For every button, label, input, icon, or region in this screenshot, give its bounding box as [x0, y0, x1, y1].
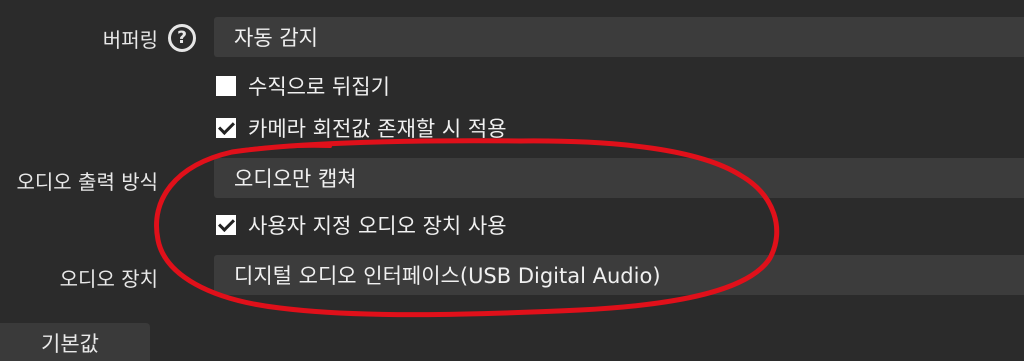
flip-vertical-checkbox[interactable]: 수직으로 뒤집기 [216, 74, 390, 99]
custom-audio-device-checkbox[interactable]: 사용자 지정 오디오 장치 사용 [216, 213, 507, 238]
audio-device-label: 오디오 장치 [59, 267, 158, 291]
flip-vertical-label: 수직으로 뒤집기 [248, 75, 390, 99]
checkbox-checked-icon[interactable] [216, 118, 236, 138]
buffering-select[interactable]: 자동 감지 [214, 17, 1024, 57]
checkbox-checked-icon[interactable] [216, 215, 236, 235]
checkbox-unchecked-icon[interactable] [216, 76, 236, 96]
camera-rotation-label: 카메라 회전값 존재할 시 적용 [248, 117, 507, 141]
question-circle-icon[interactable]: ? [168, 24, 196, 52]
camera-rotation-checkbox[interactable]: 카메라 회전값 존재할 시 적용 [216, 116, 507, 141]
custom-audio-device-label: 사용자 지정 오디오 장치 사용 [248, 214, 507, 238]
properties-panel: 버퍼링 ? 자동 감지 수직으로 뒤집기 카메라 회전값 존재할 시 적용 오디… [0, 0, 1024, 361]
defaults-button[interactable]: 기본값 [0, 323, 150, 361]
buffering-label: 버퍼링 [102, 28, 158, 52]
audio-output-mode-select[interactable]: 오디오만 캡쳐 [214, 158, 1024, 198]
audio-output-mode-label: 오디오 출력 방식 [16, 170, 158, 194]
audio-device-select[interactable]: 디지털 오디오 인터페이스(USB Digital Audio) [214, 255, 1024, 295]
